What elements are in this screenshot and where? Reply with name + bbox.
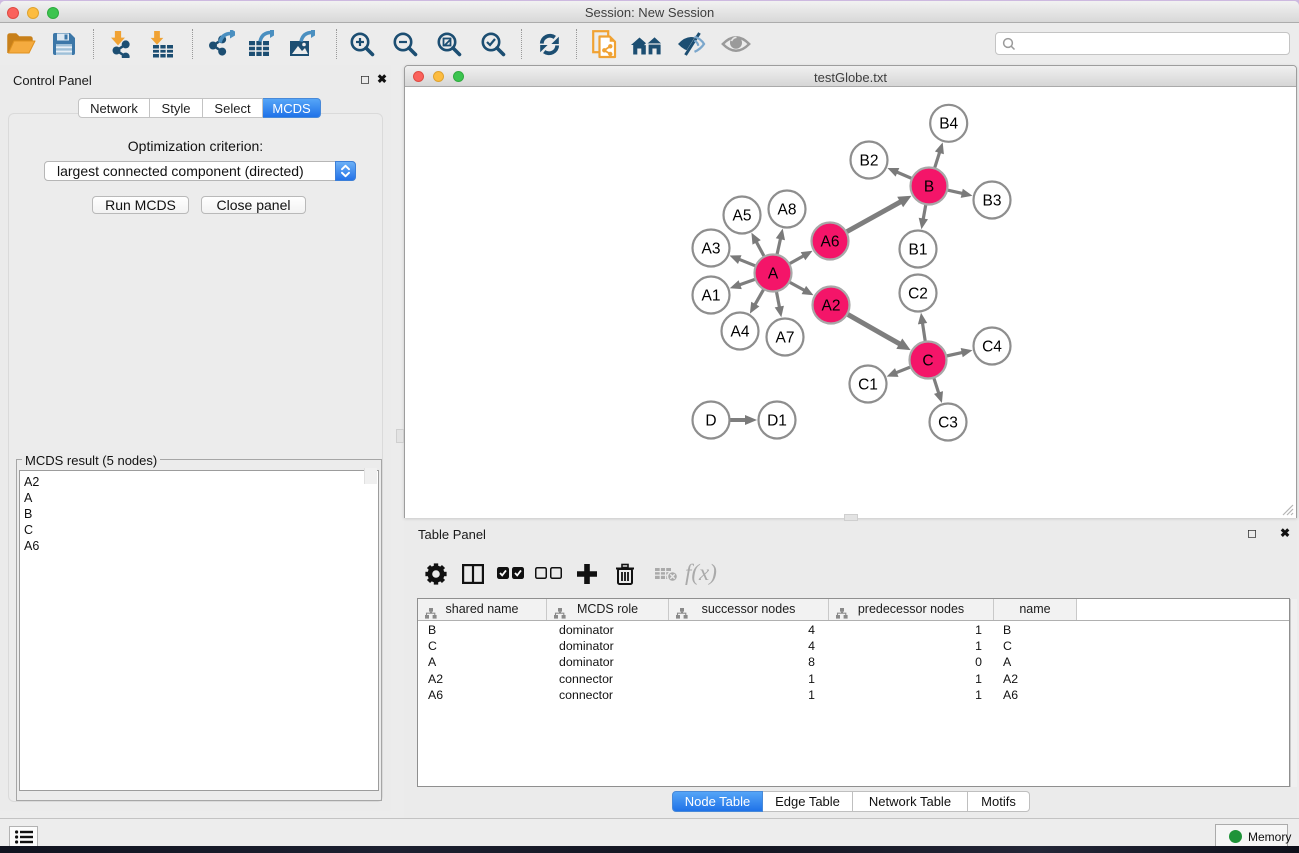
svg-text:B3: B3 xyxy=(983,192,1002,209)
svg-text:B1: B1 xyxy=(909,241,928,258)
svg-text:C4: C4 xyxy=(982,338,1002,355)
svg-text:A8: A8 xyxy=(778,201,797,218)
svg-text:C1: C1 xyxy=(858,376,878,393)
svg-text:D: D xyxy=(705,412,716,429)
svg-text:C: C xyxy=(922,352,933,369)
svg-text:A3: A3 xyxy=(702,240,721,257)
svg-text:A7: A7 xyxy=(776,329,795,346)
svg-text:A5: A5 xyxy=(733,207,752,224)
svg-text:C3: C3 xyxy=(938,414,958,431)
svg-text:A6: A6 xyxy=(821,233,840,250)
svg-text:B4: B4 xyxy=(939,116,958,133)
svg-text:A4: A4 xyxy=(731,323,750,340)
svg-text:B: B xyxy=(924,178,934,195)
svg-text:C2: C2 xyxy=(908,285,928,302)
svg-text:B2: B2 xyxy=(860,152,879,169)
svg-text:A1: A1 xyxy=(702,287,721,304)
svg-text:A2: A2 xyxy=(822,297,841,314)
svg-text:D1: D1 xyxy=(767,412,787,429)
svg-text:A: A xyxy=(768,265,779,282)
